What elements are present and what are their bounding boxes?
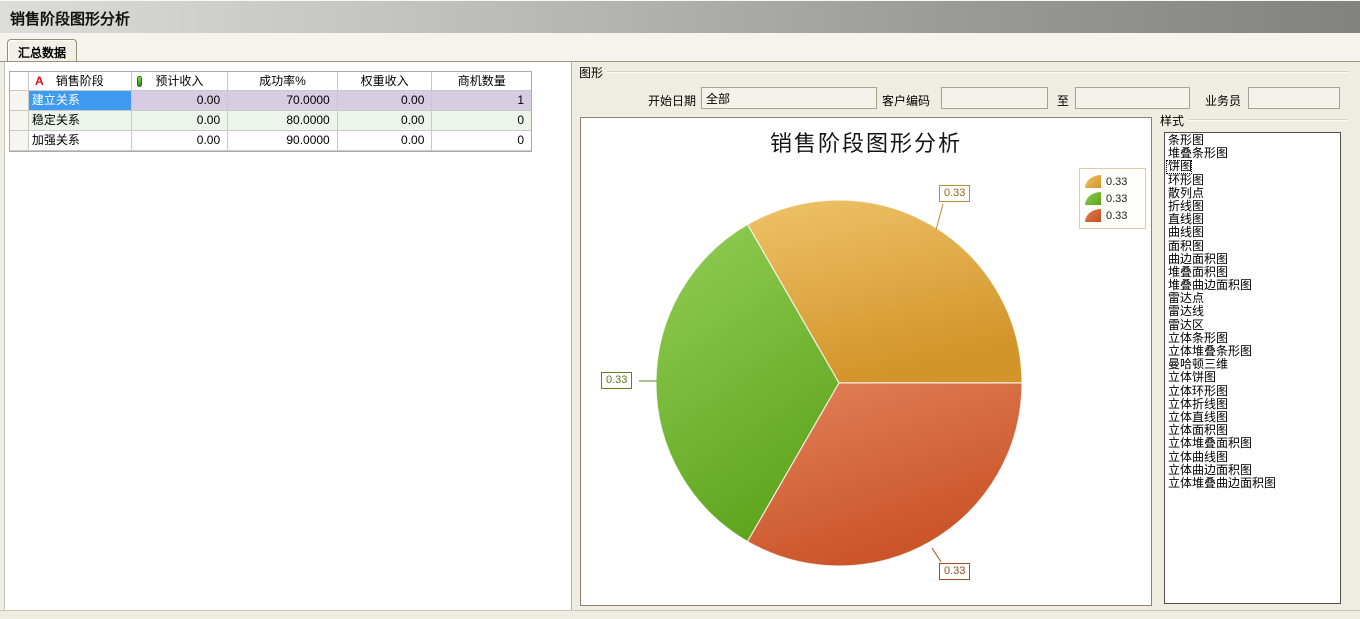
- slice-label-green: 0.33: [601, 372, 632, 389]
- slice-label-orange: 0.33: [939, 185, 970, 202]
- cell-expected[interactable]: 0.00: [132, 131, 229, 151]
- graph-group-label: 图形: [576, 64, 606, 81]
- window-bottom-edge: [0, 610, 1360, 619]
- style-group-line: [1188, 119, 1348, 121]
- style-option[interactable]: 立体饼图: [1166, 371, 1216, 384]
- style-option[interactable]: 环形图: [1166, 174, 1204, 187]
- style-option[interactable]: 散列点: [1166, 187, 1204, 200]
- style-option[interactable]: 立体曲边面积图: [1166, 464, 1252, 477]
- style-option[interactable]: 立体折线图: [1166, 398, 1228, 411]
- style-option[interactable]: 雷达区: [1166, 319, 1204, 332]
- table-row[interactable]: 建立关系 0.00 70.0000 0.00 1: [10, 91, 531, 111]
- graph-group-line: [607, 71, 1349, 73]
- row-indicator[interactable]: [10, 91, 29, 111]
- row-indicator[interactable]: [10, 111, 29, 131]
- cell-count[interactable]: 1: [432, 91, 531, 111]
- tab-strip: 汇总数据: [0, 33, 1360, 62]
- cell-success[interactable]: 80.0000: [228, 111, 338, 131]
- col-header-success[interactable]: 成功率%: [228, 72, 338, 91]
- row-indicator-header[interactable]: [10, 72, 29, 91]
- summary-table-pane: A 销售阶段 预计收入 成功率% 权重收入 商机数量 建立关系 0.00 7: [4, 62, 572, 610]
- sort-ascending-icon: A: [35, 72, 44, 90]
- callout-leader-line: [932, 548, 941, 562]
- table-body: 建立关系 0.00 70.0000 0.00 1 稳定关系 0.00 80.00…: [10, 91, 531, 151]
- row-indicator[interactable]: [10, 131, 29, 151]
- style-option[interactable]: 立体堆叠曲边面积图: [1166, 477, 1276, 490]
- title-bar: 销售阶段图形分析: [0, 0, 1360, 33]
- cell-count[interactable]: 0: [432, 111, 531, 131]
- table-header-row: A 销售阶段 预计收入 成功率% 权重收入 商机数量: [10, 72, 531, 91]
- cell-expected[interactable]: 0.00: [132, 91, 229, 111]
- col-header-expected[interactable]: 预计收入: [132, 72, 229, 91]
- style-option[interactable]: 立体曲线图: [1166, 451, 1228, 464]
- style-option-selected[interactable]: 饼图: [1166, 160, 1192, 173]
- table-row[interactable]: 稳定关系 0.00 80.0000 0.00 0: [10, 111, 531, 131]
- customer-code-label: 客户编码: [882, 92, 930, 109]
- salesman-label: 业务员: [1205, 92, 1241, 109]
- sales-stage-table: A 销售阶段 预计收入 成功率% 权重收入 商机数量 建立关系 0.00 7: [9, 71, 532, 152]
- cell-success[interactable]: 70.0000: [228, 91, 338, 111]
- page-title: 销售阶段图形分析: [10, 8, 130, 29]
- to-label: 至: [1057, 92, 1069, 109]
- style-option[interactable]: 雷达线: [1166, 305, 1204, 318]
- start-date-label: 开始日期: [648, 92, 696, 109]
- chart-legend: 0.33 0.33 0.33: [1079, 168, 1146, 229]
- chart-style-listbox[interactable]: 条形图 堆叠条形图 饼图 环形图 散列点 折线图 直线图 曲线图 面积图 曲边面…: [1164, 132, 1341, 604]
- callout-leader-line: [936, 204, 943, 230]
- legend-entry: 0.33: [1085, 190, 1140, 207]
- customer-code-input[interactable]: [941, 87, 1048, 109]
- tab-summary-data[interactable]: 汇总数据: [7, 39, 77, 63]
- slice-label-red: 0.33: [939, 563, 970, 580]
- cell-success[interactable]: 90.0000: [228, 131, 338, 151]
- cell-weighted[interactable]: 0.00: [338, 111, 433, 131]
- field-type-icon: [137, 76, 142, 87]
- style-option[interactable]: 曲线图: [1166, 226, 1204, 239]
- pie-chart-svg: [581, 118, 1151, 605]
- legend-swatch-pie-icon: [1085, 209, 1101, 222]
- table-row[interactable]: 加强关系 0.00 90.0000 0.00 0: [10, 131, 531, 151]
- cell-stage[interactable]: 加强关系: [29, 131, 132, 151]
- legend-swatch-pie-icon: [1085, 175, 1101, 188]
- col-header-stage[interactable]: A 销售阶段: [29, 72, 132, 91]
- pie-chart-canvas: 销售阶段图形分析 0.33 0.33 0.33 0.33 0.33 0.33: [580, 117, 1152, 606]
- cell-weighted[interactable]: 0.00: [338, 91, 433, 111]
- col-header-weighted[interactable]: 权重收入: [338, 72, 433, 91]
- style-option[interactable]: 立体环形图: [1166, 385, 1228, 398]
- legend-entry: 0.33: [1085, 173, 1140, 190]
- cell-stage[interactable]: 稳定关系: [29, 111, 132, 131]
- start-date-input[interactable]: [701, 87, 877, 109]
- customer-code-to-input[interactable]: [1075, 87, 1190, 109]
- style-option[interactable]: 立体堆叠面积图: [1166, 437, 1252, 450]
- legend-swatch-pie-icon: [1085, 192, 1101, 205]
- cell-weighted[interactable]: 0.00: [338, 131, 433, 151]
- cell-stage[interactable]: 建立关系: [29, 91, 132, 111]
- cell-expected[interactable]: 0.00: [132, 111, 229, 131]
- legend-entry: 0.33: [1085, 207, 1140, 224]
- style-option[interactable]: 面积图: [1166, 240, 1204, 253]
- salesman-input[interactable]: [1248, 87, 1340, 109]
- col-header-count[interactable]: 商机数量: [432, 72, 531, 91]
- style-group-label: 样式: [1157, 112, 1187, 129]
- cell-count[interactable]: 0: [432, 131, 531, 151]
- style-option[interactable]: 曲边面积图: [1166, 253, 1228, 266]
- chart-title: 销售阶段图形分析: [581, 126, 1151, 158]
- chart-pane: 图形 开始日期 客户编码 至 业务员: [573, 62, 1356, 610]
